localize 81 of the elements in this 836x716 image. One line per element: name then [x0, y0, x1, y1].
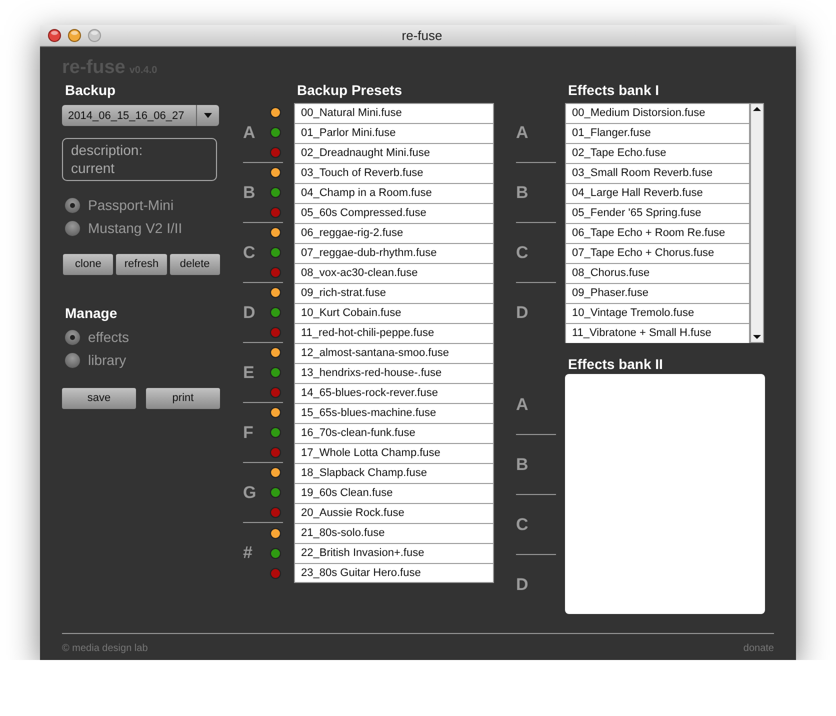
bank-letter: D	[516, 302, 528, 324]
effect-item[interactable]: 06_Tape Echo + Room Re.fuse	[565, 223, 750, 243]
preset-item[interactable]: 01_Parlor Mini.fuse	[294, 123, 494, 143]
preset-item[interactable]: 20_Aussie Rock.fuse	[294, 503, 494, 523]
bank-letter: B	[243, 182, 256, 204]
preset-item[interactable]: 10_Kurt Cobain.fuse	[294, 303, 494, 323]
effect-item[interactable]: 01_Flanger.fuse	[565, 123, 750, 143]
preset-item[interactable]: 16_70s-clean-funk.fuse	[294, 423, 494, 443]
print-button[interactable]: print	[146, 388, 220, 409]
bank-letter: #	[243, 542, 252, 564]
radio-button[interactable]	[65, 198, 80, 213]
bank-letter: B	[516, 182, 528, 204]
preset-item[interactable]: 02_Dreadnaught Mini.fuse	[294, 143, 494, 163]
bank-letter: E	[243, 362, 254, 384]
close-button-icon[interactable]	[48, 29, 61, 42]
bank-letter: D	[243, 302, 256, 324]
effect-item[interactable]: 04_Large Hall Reverb.fuse	[565, 183, 750, 203]
effect-item[interactable]: 00_Medium Distorsion.fuse	[565, 103, 750, 123]
preset-item[interactable]: 03_Touch of Reverb.fuse	[294, 163, 494, 183]
preset-item[interactable]: 05_60s Compressed.fuse	[294, 203, 494, 223]
preset-item[interactable]: 17_Whole Lotta Champ.fuse	[294, 443, 494, 463]
bank-letter: A	[243, 122, 256, 144]
scroll-up-arrow-icon[interactable]	[751, 104, 763, 114]
preset-item[interactable]: 22_British Invasion+.fuse	[294, 543, 494, 563]
radio-button[interactable]	[65, 353, 80, 368]
bank-letter: C	[243, 242, 256, 264]
bank-letter: D	[516, 574, 528, 596]
description-field[interactable]: description: current	[62, 138, 217, 181]
radio-label[interactable]: library	[88, 350, 126, 371]
bank-letter: C	[516, 514, 528, 536]
minimize-button-icon[interactable]	[68, 29, 81, 42]
effect-item[interactable]: 07_Tape Echo + Chorus.fuse	[565, 243, 750, 263]
preset-item[interactable]: 21_80s-solo.fuse	[294, 523, 494, 543]
effect-item[interactable]: 08_Chorus.fuse	[565, 263, 750, 283]
preset-item[interactable]: 18_Slapback Champ.fuse	[294, 463, 494, 483]
preset-item[interactable]: 15_65s-blues-machine.fuse	[294, 403, 494, 423]
bank-letter: A	[516, 122, 528, 144]
effect-item[interactable]: 09_Phaser.fuse	[565, 283, 750, 303]
effect-item[interactable]: 10_Vintage Tremolo.fuse	[565, 303, 750, 323]
caret-icon	[204, 113, 212, 118]
bank-letter: A	[516, 394, 528, 416]
preset-item[interactable]: 06_reggae-rig-2.fuse	[294, 223, 494, 243]
preset-item[interactable]: 19_60s Clean.fuse	[294, 483, 494, 503]
preset-item[interactable]: 14_65-blues-rock-rever.fuse	[294, 383, 494, 403]
preset-item[interactable]: 07_reggae-dub-rhythm.fuse	[294, 243, 494, 263]
preset-item[interactable]: 23_80s Guitar Hero.fuse	[294, 563, 494, 583]
preset-item[interactable]: 00_Natural Mini.fuse	[294, 103, 494, 123]
bank-letter: G	[243, 482, 256, 504]
section-heading: Effects bank I	[568, 81, 660, 100]
section-heading: Backup Presets	[297, 81, 404, 100]
section-heading: Manage	[65, 304, 118, 323]
bank-letter: C	[516, 242, 528, 264]
section-heading: Backup	[65, 81, 117, 100]
clone-button[interactable]: clone	[63, 254, 114, 275]
scroll-down-arrow-icon[interactable]	[751, 332, 763, 342]
zoom-button-icon	[88, 29, 101, 42]
preset-item[interactable]: 13_hendrixs-red-house-.fuse	[294, 363, 494, 383]
radio-label[interactable]: Mustang V2 I/II	[88, 218, 182, 239]
copyright-text: © media design lab	[62, 642, 148, 656]
backup-dropdown[interactable]: 2014_06_15_16_06_27	[62, 105, 219, 126]
effect-item[interactable]: 05_Fender '65 Spring.fuse	[565, 203, 750, 223]
scrollbar[interactable]	[750, 103, 764, 343]
delete-button[interactable]: delete	[170, 254, 220, 275]
effect-item[interactable]: 02_Tape Echo.fuse	[565, 143, 750, 163]
radio-label[interactable]: Passport-Mini	[88, 195, 174, 216]
section-heading: Effects bank II	[568, 355, 664, 374]
preset-item[interactable]: 08_vox-ac30-clean.fuse	[294, 263, 494, 283]
preset-item[interactable]: 12_almost-santana-smoo.fuse	[294, 343, 494, 363]
radio-label[interactable]: effects	[88, 327, 129, 348]
radio-button[interactable]	[65, 221, 80, 236]
preset-item[interactable]: 11_red-hot-chili-peppe.fuse	[294, 323, 494, 343]
preset-item[interactable]: 04_Champ in a Room.fuse	[294, 183, 494, 203]
bank-letter: F	[243, 422, 254, 444]
save-button[interactable]: save	[62, 388, 136, 409]
effect-item[interactable]: 03_Small Room Reverb.fuse	[565, 163, 750, 183]
refresh-button[interactable]: refresh	[116, 254, 167, 275]
window-title: re-fuse	[402, 26, 444, 44]
radio-button[interactable]	[65, 330, 80, 345]
preset-item[interactable]: 09_rich-strat.fuse	[294, 283, 494, 303]
effect-item[interactable]: 11_Vibratone + Small H.fuse	[565, 323, 750, 343]
bank-letter: B	[516, 454, 528, 476]
